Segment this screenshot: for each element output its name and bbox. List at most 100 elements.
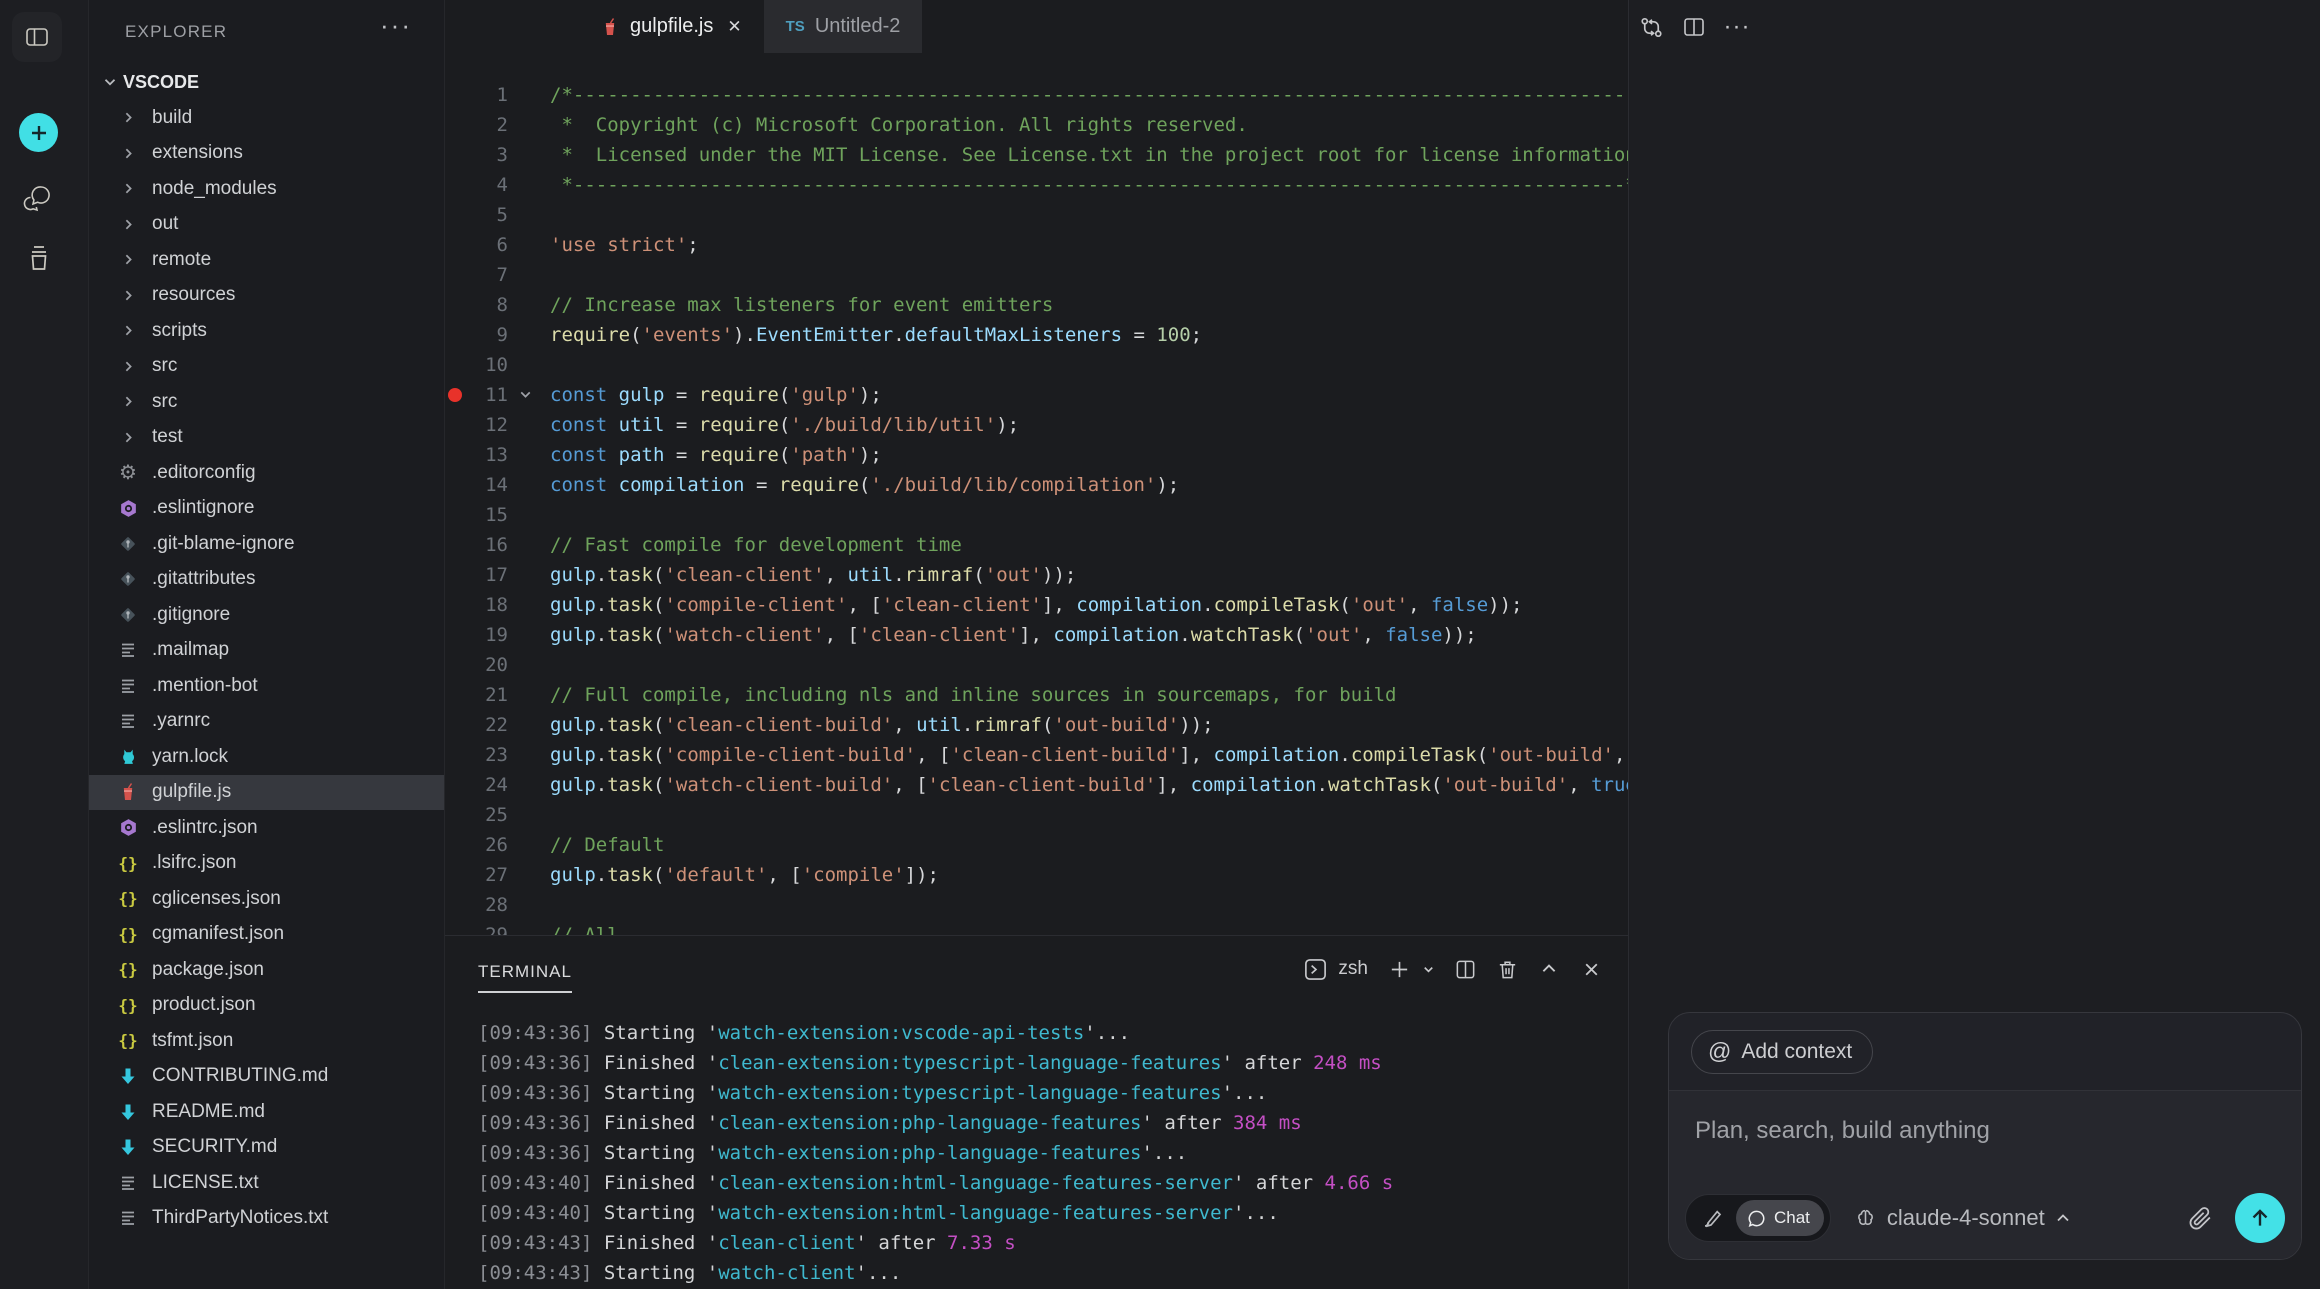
more-actions-icon[interactable]: ··· bbox=[1722, 12, 1752, 42]
terminal-tab[interactable]: TERMINAL bbox=[478, 962, 572, 993]
tree-item-test[interactable]: test bbox=[89, 420, 444, 456]
split-editor-icon[interactable] bbox=[1679, 12, 1709, 42]
code-text: // All bbox=[550, 920, 619, 935]
code-line[interactable]: 4 *-------------------------------------… bbox=[445, 170, 1628, 200]
code-line[interactable]: 21// Full compile, including nls and inl… bbox=[445, 680, 1628, 710]
tree-item-.gitignore[interactable]: .gitignore bbox=[89, 597, 444, 633]
add-context-button[interactable]: @ Add context bbox=[1691, 1030, 1873, 1074]
context-row: @ Add context bbox=[1669, 1013, 2301, 1091]
code-line[interactable]: 1/*-------------------------------------… bbox=[445, 80, 1628, 110]
tree-item-node_modules[interactable]: node_modules bbox=[89, 171, 444, 207]
new-chat-button[interactable] bbox=[19, 113, 58, 152]
model-selector[interactable]: claude-4-sonnet bbox=[1853, 1205, 2072, 1231]
code-line[interactable]: 18gulp.task('compile-client', ['clean-cl… bbox=[445, 590, 1628, 620]
code-line[interactable]: 26// Default bbox=[445, 830, 1628, 860]
code-line[interactable]: 14const compilation = require('./build/l… bbox=[445, 470, 1628, 500]
tree-item-LICENSE.txt[interactable]: LICENSE.txt bbox=[89, 1165, 444, 1201]
new-terminal-icon[interactable] bbox=[1384, 954, 1414, 984]
tree-item-CONTRIBUTING.md[interactable]: CONTRIBUTING.md bbox=[89, 1059, 444, 1095]
tree-item-cglicenses.json[interactable]: {}cglicenses.json bbox=[89, 881, 444, 917]
code-line[interactable]: 29// All bbox=[445, 920, 1628, 935]
launch-profile-chevron-icon[interactable] bbox=[1418, 954, 1438, 984]
tree-item-package.json[interactable]: {}package.json bbox=[89, 952, 444, 988]
tree-item-build[interactable]: build bbox=[89, 100, 444, 136]
chat-input[interactable]: Plan, search, build anything bbox=[1669, 1091, 2301, 1259]
code-line[interactable]: 12const util = require('./build/lib/util… bbox=[445, 410, 1628, 440]
code-line[interactable]: 11const gulp = require('gulp'); bbox=[445, 380, 1628, 410]
code-line[interactable]: 23gulp.task('compile-client-build', ['cl… bbox=[445, 740, 1628, 770]
tab-Untitled-2[interactable]: TSUntitled-2 bbox=[764, 0, 923, 53]
maximize-panel-icon[interactable] bbox=[1534, 954, 1564, 984]
tree-item-gulpfile.js[interactable]: gulpfile.js bbox=[89, 775, 444, 811]
tree-item-ThirdPartyNotices.txt[interactable]: ThirdPartyNotices.txt bbox=[89, 1201, 444, 1237]
tree-item-.eslintrc.json[interactable]: .eslintrc.json bbox=[89, 810, 444, 846]
tree-item-label: .yarnrc bbox=[152, 710, 210, 732]
line-number: 2 bbox=[445, 110, 508, 140]
code-line[interactable]: 3 * Licensed under the MIT License. See … bbox=[445, 140, 1628, 170]
tree-item-tsfmt.json[interactable]: {}tsfmt.json bbox=[89, 1023, 444, 1059]
code-line[interactable]: 7 bbox=[445, 260, 1628, 290]
send-button[interactable] bbox=[2235, 1193, 2285, 1243]
tree-item-scripts[interactable]: scripts bbox=[89, 313, 444, 349]
archive-button[interactable] bbox=[22, 241, 55, 274]
code-line[interactable]: 19gulp.task('watch-client', ['clean-clie… bbox=[445, 620, 1628, 650]
split-terminal-icon[interactable] bbox=[1450, 954, 1480, 984]
tree-item-src[interactable]: src bbox=[89, 384, 444, 420]
tree-item-.gitattributes[interactable]: .gitattributes bbox=[89, 562, 444, 598]
tree-item-extensions[interactable]: extensions bbox=[89, 136, 444, 172]
code-editor[interactable]: 1/*-------------------------------------… bbox=[445, 53, 1628, 935]
code-line[interactable]: 27gulp.task('default', ['compile']); bbox=[445, 860, 1628, 890]
close-tab-icon[interactable]: ✕ bbox=[727, 17, 741, 37]
tree-item-.git-blame-ignore[interactable]: .git-blame-ignore bbox=[89, 526, 444, 562]
code-line[interactable]: 20 bbox=[445, 650, 1628, 680]
tree-item-src[interactable]: src bbox=[89, 349, 444, 385]
attach-file-button[interactable] bbox=[2185, 1203, 2215, 1233]
code-line[interactable]: 25 bbox=[445, 800, 1628, 830]
code-line[interactable]: 16// Fast compile for development time bbox=[445, 530, 1628, 560]
tree-item-.yarnrc[interactable]: .yarnrc bbox=[89, 704, 444, 740]
sidebar-toggle-button[interactable] bbox=[12, 12, 62, 62]
fold-chevron-icon[interactable] bbox=[517, 386, 534, 403]
terminal-output[interactable]: [09:43:36] Starting 'watch-extension:vsc… bbox=[478, 1018, 1618, 1288]
code-line[interactable]: 10 bbox=[445, 350, 1628, 380]
mode-toggle[interactable]: Chat bbox=[1685, 1194, 1831, 1242]
tree-item-label: README.md bbox=[152, 1101, 265, 1123]
tree-item-label: .lsifrc.json bbox=[152, 852, 236, 874]
tree-item-remote[interactable]: remote bbox=[89, 242, 444, 278]
tab-gulpfile.js[interactable]: gulpfile.js✕ bbox=[578, 0, 764, 53]
code-line[interactable]: 2 * Copyright (c) Microsoft Corporation.… bbox=[445, 110, 1628, 140]
tree-item-product.json[interactable]: {}product.json bbox=[89, 988, 444, 1024]
close-panel-icon[interactable] bbox=[1576, 954, 1606, 984]
code-line[interactable]: 9require('events').EventEmitter.defaultM… bbox=[445, 320, 1628, 350]
code-line[interactable]: 24gulp.task('watch-client-build', ['clea… bbox=[445, 770, 1628, 800]
code-line[interactable]: 8// Increase max listeners for event emi… bbox=[445, 290, 1628, 320]
tree-item-README.md[interactable]: README.md bbox=[89, 1094, 444, 1130]
code-line[interactable]: 28 bbox=[445, 890, 1628, 920]
code-line[interactable]: 17gulp.task('clean-client', util.rimraf(… bbox=[445, 560, 1628, 590]
tree-item-.editorconfig[interactable]: ⚙.editorconfig bbox=[89, 455, 444, 491]
code-line[interactable]: 13const path = require('path'); bbox=[445, 440, 1628, 470]
code-line[interactable]: 22gulp.task('clean-client-build', util.r… bbox=[445, 710, 1628, 740]
code-line[interactable]: 5 bbox=[445, 200, 1628, 230]
explorer-more-icon[interactable]: ··· bbox=[380, 10, 412, 41]
json-icon: {} bbox=[117, 959, 139, 981]
tree-item-.mailmap[interactable]: .mailmap bbox=[89, 633, 444, 669]
tree-root-vscode[interactable]: VSCODE bbox=[89, 64, 444, 100]
chat-mode-segment[interactable]: Chat bbox=[1736, 1200, 1824, 1236]
tree-item-.eslintignore[interactable]: .eslintignore bbox=[89, 491, 444, 527]
compare-changes-icon[interactable] bbox=[1636, 12, 1666, 42]
code-line[interactable]: 6'use strict'; bbox=[445, 230, 1628, 260]
tree-item-SECURITY.md[interactable]: SECURITY.md bbox=[89, 1130, 444, 1166]
tree-item-.lsifrc.json[interactable]: {}.lsifrc.json bbox=[89, 846, 444, 882]
line-number: 11 bbox=[445, 380, 508, 410]
line-number: 14 bbox=[445, 470, 508, 500]
tree-item-.mention-bot[interactable]: .mention-bot bbox=[89, 668, 444, 704]
kill-terminal-icon[interactable] bbox=[1492, 954, 1522, 984]
tree-item-resources[interactable]: resources bbox=[89, 278, 444, 314]
tree-item-cgmanifest.json[interactable]: {}cgmanifest.json bbox=[89, 917, 444, 953]
chevron-right-icon bbox=[117, 249, 139, 271]
chat-bubbles-button[interactable] bbox=[22, 182, 55, 215]
code-line[interactable]: 15 bbox=[445, 500, 1628, 530]
tree-item-out[interactable]: out bbox=[89, 207, 444, 243]
tree-item-yarn.lock[interactable]: yarn.lock bbox=[89, 739, 444, 775]
